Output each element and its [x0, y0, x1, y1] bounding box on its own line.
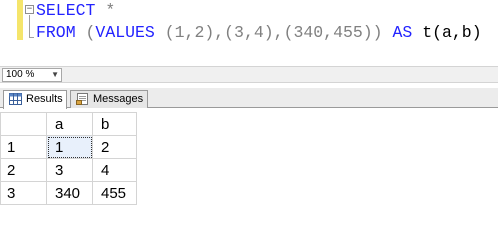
star-operator: *	[95, 1, 116, 20]
chevron-down-icon[interactable]: ▼	[51, 70, 59, 80]
grid-cell[interactable]: 2	[92, 135, 137, 159]
values-list: (1,2),(3,4),(340,455))	[154, 23, 393, 42]
grid-cell[interactable]: 1	[46, 135, 93, 159]
tab-messages[interactable]: Messages	[70, 90, 148, 108]
messages-icon	[76, 93, 88, 105]
row-header[interactable]: 1	[0, 135, 47, 159]
outline-end	[29, 37, 34, 38]
collapse-icon[interactable]: −	[25, 5, 34, 14]
grid-cell[interactable]: 3	[46, 158, 93, 182]
tab-results-label: Results	[26, 93, 63, 105]
keyword-as: AS	[392, 23, 413, 42]
keyword-select: SELECT	[36, 1, 96, 20]
row-header[interactable]: 3	[0, 181, 47, 205]
grid-cell[interactable]: 455	[92, 181, 137, 205]
table-alias: t(a,b)	[412, 23, 482, 42]
keyword-values: VALUES	[95, 23, 155, 42]
table-row: 3 340 455	[0, 181, 137, 205]
code-line-1[interactable]: SELECT *	[36, 0, 115, 22]
grid-cell[interactable]: 340	[46, 181, 93, 205]
sql-editor[interactable]: − SELECT * FROM (VALUES (1,2),(3,4),(340…	[0, 0, 498, 66]
grid-cell[interactable]: 4	[92, 158, 137, 182]
header-row: a b	[0, 112, 137, 136]
change-tracking-bar	[17, 0, 23, 40]
results-tab-strip: Results Messages	[0, 88, 498, 109]
code-line-2[interactable]: FROM (VALUES (1,2),(3,4),(340,455)) AS t…	[36, 22, 482, 44]
open-paren: (	[75, 23, 96, 42]
outline-line	[29, 15, 30, 37]
results-table: a b 1 1 2 2 3 4 3 340 455	[0, 112, 137, 205]
keyword-from: FROM	[36, 23, 76, 42]
zoom-dropdown[interactable]: 100 % ▼	[2, 68, 62, 82]
tab-results[interactable]: Results	[3, 90, 67, 109]
tab-messages-label: Messages	[93, 93, 144, 105]
corner-header[interactable]	[0, 112, 47, 136]
table-row: 2 3 4	[0, 158, 137, 182]
results-grid[interactable]: a b 1 1 2 2 3 4 3 340 455	[0, 109, 498, 229]
row-header[interactable]: 2	[0, 158, 47, 182]
column-header-b[interactable]: b	[92, 112, 137, 136]
editor-status-strip: 100 % ▼	[0, 66, 498, 83]
column-header-a[interactable]: a	[46, 112, 93, 136]
zoom-value: 100 %	[6, 69, 35, 80]
table-row: 1 1 2	[0, 135, 137, 159]
grid-icon	[9, 93, 22, 105]
